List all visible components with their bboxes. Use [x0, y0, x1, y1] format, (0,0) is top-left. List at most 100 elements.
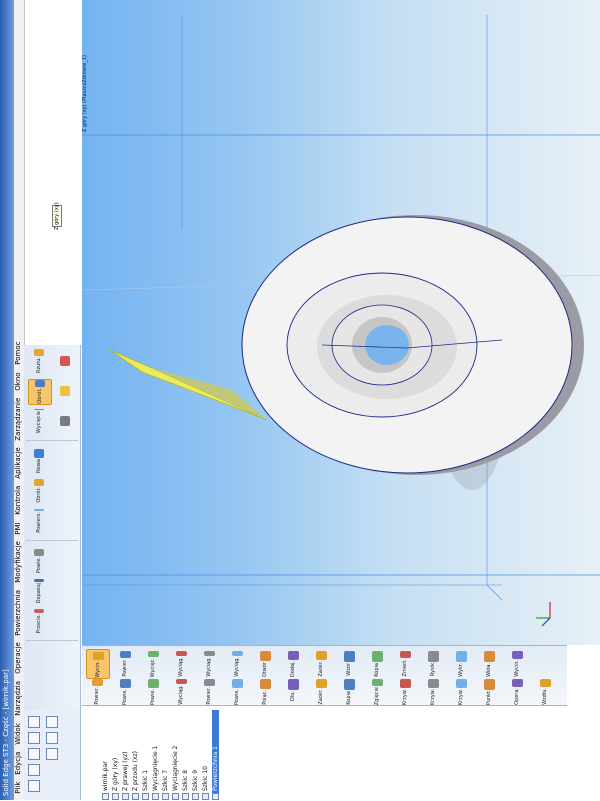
menu-item-5[interactable]: Powierzchnia — [14, 590, 24, 636]
toolbar-button-7[interactable] — [46, 732, 58, 744]
toolbar-button-8[interactable] — [46, 748, 58, 760]
feature-button-row1-6[interactable]: Otwór — [254, 649, 276, 677]
toolbar-button-4[interactable] — [28, 764, 40, 776]
pathfinder-item[interactable]: Powierzchnia 1 — [212, 710, 219, 800]
ribbon-button-wyciecie[interactable]: Wycięcie — [28, 409, 50, 433]
ribbon-button-nowa[interactable]: Nowa — [28, 449, 50, 473]
toolbar-button-6[interactable] — [46, 716, 58, 728]
feature-icon — [231, 651, 243, 657]
toolbar-button-1[interactable] — [28, 716, 40, 728]
feature-button-row1-9[interactable]: Wzór — [338, 649, 360, 677]
feature-button-row2-10[interactable]: Zgięcie — [366, 677, 388, 705]
pathfinder-item[interactable]: wirnik.par — [102, 710, 109, 800]
ribbon-button-dopasuj[interactable]: Dopasuj — [28, 579, 50, 603]
feature-button-row2-9[interactable]: Kopia — [338, 677, 360, 705]
feature-button-row2-14[interactable]: Punkt — [478, 677, 500, 705]
pathfinder-item[interactable]: Szkic 8 — [182, 710, 189, 800]
feature-button-row1-14[interactable]: Wkła. — [478, 649, 500, 677]
pathfinder-item[interactable]: Szkic 9 — [192, 710, 199, 800]
toolbar-button-3[interactable] — [28, 748, 40, 760]
ribbon-group-2: Nowa Obrót. Powierz. — [26, 445, 78, 541]
feature-button-row1-5[interactable]: Wyciąg. — [226, 649, 248, 677]
feature-button-row1-0[interactable]: Wycin. — [86, 649, 110, 679]
ribbon-button-alt-1[interactable] — [54, 349, 76, 373]
model-view — [82, 15, 600, 627]
feature-icon — [343, 679, 355, 690]
menu-item-2[interactable]: Widok — [14, 723, 24, 745]
feature-button-row2-15[interactable]: Opera. — [506, 677, 528, 705]
pathfinder-item[interactable]: Z prawej (yz) — [122, 710, 129, 800]
pathfinder-item[interactable]: Z przodu (xz) — [132, 710, 139, 800]
feature-icon — [203, 679, 215, 687]
pathfinder-item[interactable]: Szkic 7 — [162, 710, 169, 800]
feature-button-row2-4[interactable]: Powier. — [198, 677, 220, 705]
feature-button-row1-8[interactable]: Zaokr. — [310, 649, 332, 677]
menu-item-1[interactable]: Edycja — [14, 752, 24, 775]
view-tag[interactable]: Z góry (xy) — [52, 202, 62, 230]
ribbon-button-przecie[interactable]: Przecie. — [28, 609, 50, 633]
feature-button-row2-0[interactable]: Powier. — [86, 677, 108, 705]
feature-button-row2-1[interactable]: Powie. — [114, 677, 136, 705]
plane-corner — [486, 584, 503, 601]
menu-item-4[interactable]: Operacje — [14, 643, 24, 675]
feature-button-row2-7[interactable]: Dłu. — [282, 677, 304, 705]
feature-button-row1-10[interactable]: Kopia — [366, 649, 388, 677]
feature-button-row1-13[interactable]: Wykr. — [450, 649, 472, 677]
feature-button-row1-12[interactable]: Rysik — [422, 649, 444, 677]
feature-icon — [259, 679, 271, 690]
feature-button-row1-11[interactable]: Zmień. — [394, 649, 416, 677]
feature-button-row2-16[interactable]: Wzdłu. — [534, 677, 556, 705]
feature-node-icon — [102, 793, 109, 800]
ribbon-button-obrot-2[interactable]: Obrót. — [28, 479, 50, 503]
toolbar-button-2[interactable] — [28, 732, 40, 744]
feature-button-row2-2[interactable]: Powie. — [142, 677, 164, 705]
menu-item-12[interactable]: Pomoc — [14, 342, 24, 365]
ribbon-button-alt-2[interactable] — [54, 379, 76, 403]
feature-button-row1-3[interactable]: Wyciąg. — [170, 649, 192, 677]
feature-icon — [175, 679, 187, 685]
cut-icon — [34, 409, 44, 410]
feature-button-row1-1[interactable]: Powier. — [114, 649, 136, 677]
pathfinder-item[interactable]: Wyciągnięcie 1 — [152, 710, 159, 800]
ribbon-button-powie[interactable]: Powie. — [28, 549, 50, 573]
feature-button-row2-3[interactable]: Wyciąg. — [170, 677, 192, 705]
menu-item-6[interactable]: Modyfikacje — [14, 542, 24, 584]
menu-item-10[interactable]: Zarządzanie — [14, 398, 24, 441]
ribbon-button-rzutu[interactable]: Rzutu. — [28, 349, 50, 373]
title-bar: Solid Edge ST3 - Część - [wirnik.par] — [0, 0, 14, 800]
graphics-viewport[interactable]: Z góry (xy) (PłaszczZdrowie_1) — [82, 0, 600, 645]
feature-icon — [539, 679, 551, 688]
feature-button-row2-5[interactable]: Powie. — [226, 677, 248, 705]
feature-button-row2-12[interactable]: Krzyw. — [422, 677, 444, 705]
feature-icon — [427, 679, 439, 688]
menu-item-9[interactable]: Aplikacje — [14, 448, 24, 479]
feature-button-row2-6[interactable]: Połąc. — [254, 677, 276, 705]
feature-button-row2-13[interactable]: Krzyw. — [450, 677, 472, 705]
feature-button-row2-8[interactable]: Zaokr. — [310, 677, 332, 705]
ribbon-button-powierz[interactable]: Powierz. — [28, 509, 50, 533]
pathfinder-item[interactable]: Szkic 10 — [202, 710, 209, 800]
menu-item-8[interactable]: Kontrola — [14, 486, 24, 515]
ribbon-button-obrot[interactable]: Obrót. — [28, 379, 52, 405]
menu-item-11[interactable]: Okno — [14, 373, 24, 391]
feature-node-icon — [172, 793, 179, 800]
pathfinder-item[interactable]: Wyciągnięcie 2 — [172, 710, 179, 800]
menu-item-0[interactable]: Plik — [14, 782, 24, 794]
feature-button-row1-7[interactable]: Dodaj. — [282, 649, 304, 677]
feature-icon — [147, 679, 159, 688]
feature-ribbon: Wycin. Powier. Wycięc. Wyciąg. Wyciąg. Wyciąg… — [82, 645, 567, 706]
menu-item-7[interactable]: PMI — [14, 522, 24, 534]
feature-button-row1-4[interactable]: Wyciąg. — [198, 649, 220, 677]
feature-node-icon — [122, 793, 129, 800]
pathfinder-item[interactable]: Szkic 1 — [142, 710, 149, 800]
menu-item-3[interactable]: Narzędzia — [14, 681, 24, 716]
toolbar-button-5[interactable] — [28, 780, 40, 792]
settings-icon — [60, 416, 70, 426]
feature-button-row1-2[interactable]: Wycięc. — [142, 649, 164, 677]
feature-button-row1-15[interactable]: Wycin. — [506, 649, 528, 677]
pathfinder-item[interactable]: Z góry (xy) — [112, 710, 119, 800]
window-title: Solid Edge ST3 - Część - [wirnik.par] — [2, 669, 10, 796]
ribbon-button-alt-3[interactable] — [54, 409, 76, 433]
plane-label: Z góry (xy) (PłaszczZdrowie_1) — [82, 55, 88, 133]
feature-button-row2-11[interactable]: Krzyw. — [394, 677, 416, 705]
